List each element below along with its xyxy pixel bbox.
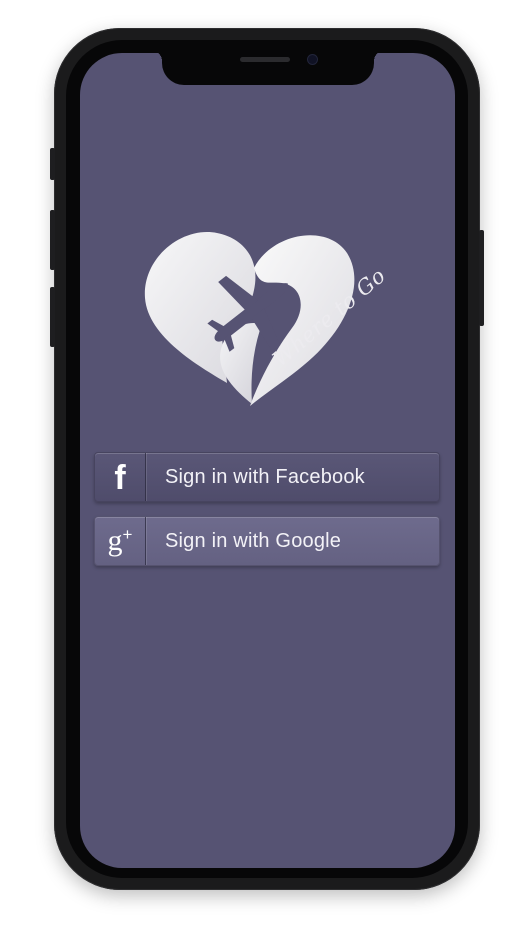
power-button [479,230,484,326]
app-logo [142,228,382,418]
sign-in-google-label: Sign in with Google [165,529,342,552]
facebook-icon: f [114,459,126,497]
speaker-grille [240,57,290,62]
google-plus-icon-box: g+ [95,517,146,565]
google-plus-icon: g+ [107,524,133,557]
facebook-icon-box: f [95,453,146,501]
volume-up-button [50,210,55,270]
app-screen: Where to Go f Sign in with Facebook g+ S… [80,53,455,868]
sign-in-google-button[interactable]: g+ Sign in with Google [94,516,440,566]
silent-switch [50,148,55,180]
volume-down-button [50,287,55,347]
heart-airplane-icon [144,232,355,406]
front-camera [308,55,317,64]
sign-in-facebook-label: Sign in with Facebook [165,465,365,488]
notch [152,53,384,85]
sign-in-facebook-button[interactable]: f Sign in with Facebook [94,452,440,502]
